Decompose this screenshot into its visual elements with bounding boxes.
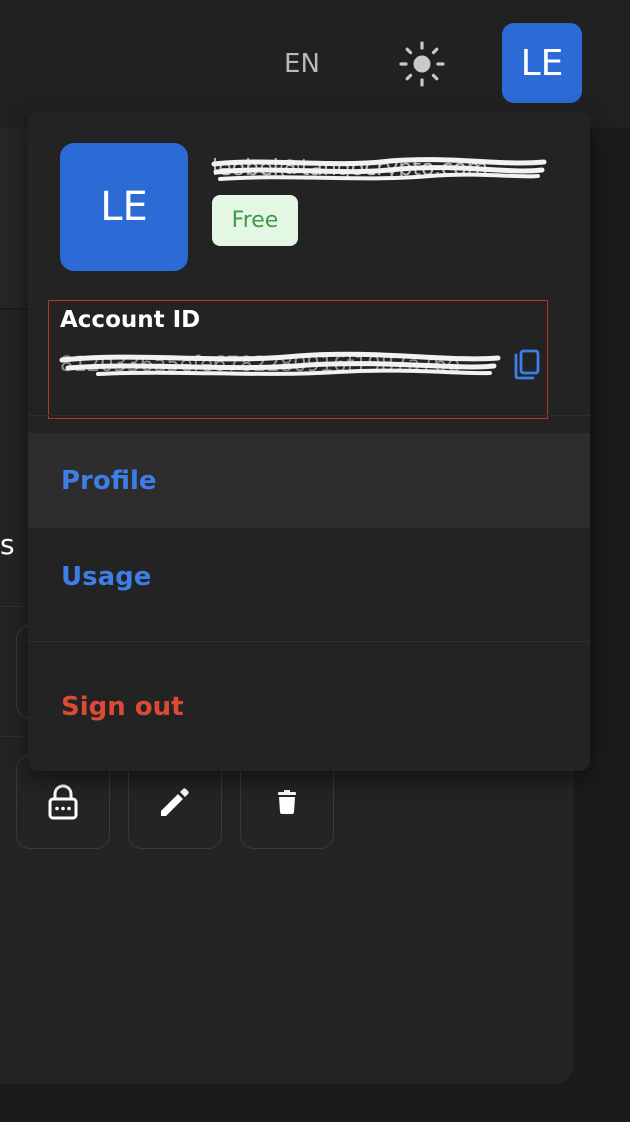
plan-badge: Free [212, 195, 298, 246]
language-selector-button[interactable]: EN [270, 42, 334, 86]
sun-icon [399, 41, 445, 87]
account-id-value: 8120336a5efe6782280916f1987a76e [60, 352, 460, 376]
pencil-icon [161, 788, 189, 816]
trash-icon [278, 790, 296, 814]
top-bar: EN LE [0, 0, 630, 128]
menu-avatar: LE [60, 143, 188, 271]
menu-divider [28, 415, 590, 416]
section-heading-fragment: s [0, 528, 15, 561]
user-email: leobel@tangocrypto.com [212, 156, 488, 181]
menu-item-sign-out[interactable]: Sign out [28, 659, 590, 754]
copy-icon [514, 349, 540, 380]
copy-account-id-button[interactable] [510, 348, 544, 382]
theme-toggle-button[interactable] [396, 38, 448, 90]
lock-icon [48, 784, 78, 820]
user-menu-dropdown: LE leobel@tangocrypto.com Free Account I… [28, 112, 590, 771]
menu-item-usage[interactable]: Usage [28, 529, 590, 624]
menu-item-profile[interactable]: Profile [28, 433, 590, 528]
menu-divider [28, 641, 590, 642]
user-avatar-button[interactable]: LE [502, 23, 582, 103]
account-id-label: Account ID [60, 307, 201, 333]
